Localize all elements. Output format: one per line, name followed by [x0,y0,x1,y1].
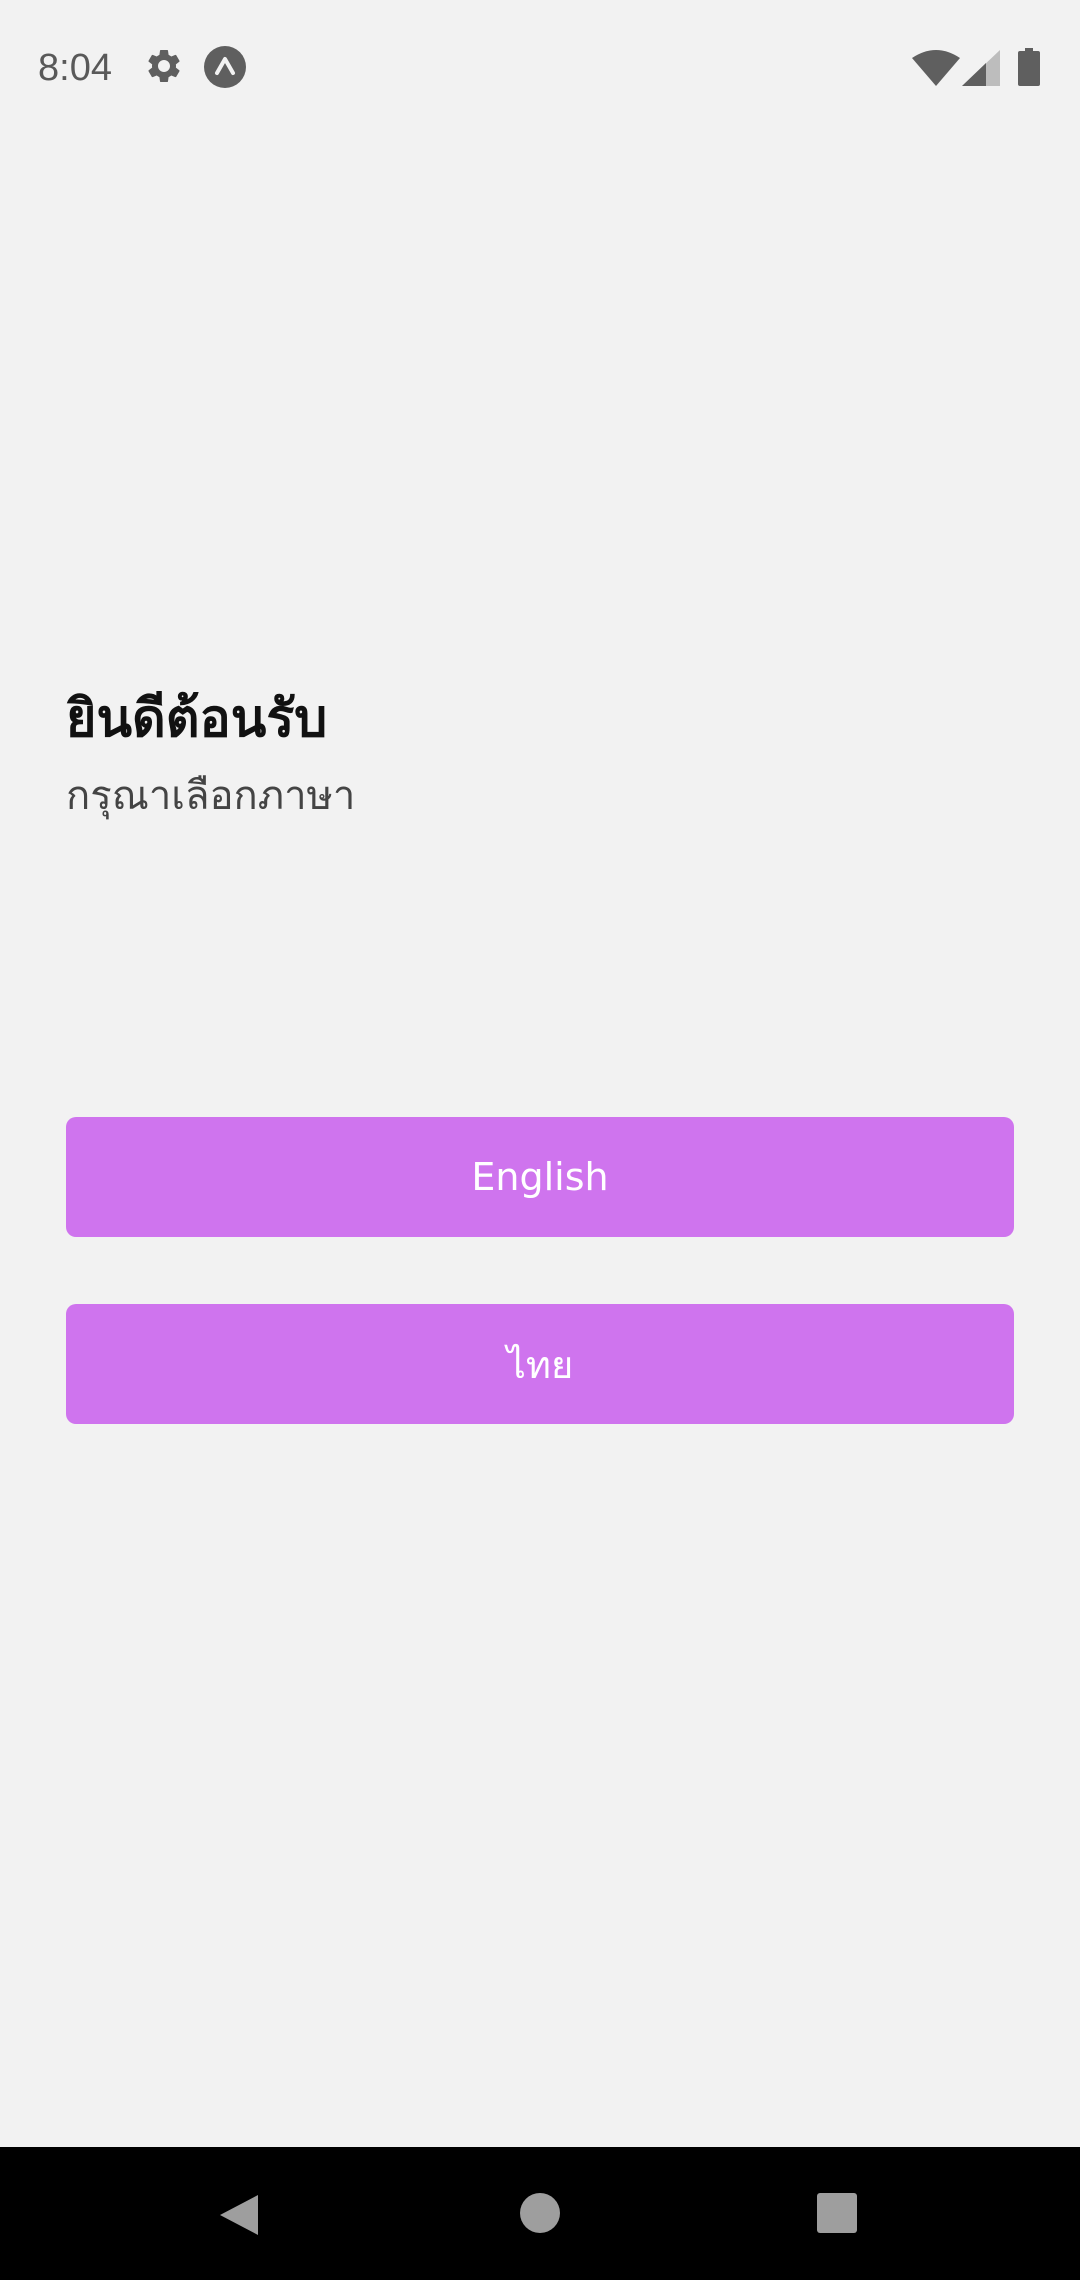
recents-icon[interactable] [815,2191,859,2235]
status-bar: 8:04 [0,0,1080,136]
navigation-bar [0,2147,1080,2280]
gear-icon [148,49,180,82]
english-language-button[interactable]: English [66,1117,1014,1237]
battery-icon [1018,48,1040,86]
accessibility-icon [204,46,246,88]
thai-language-button[interactable]: ไทย [66,1304,1014,1424]
wifi-icon [912,50,960,86]
back-icon[interactable] [216,2191,264,2239]
cell-signal-icon [962,50,1000,86]
home-icon[interactable] [518,2191,562,2235]
language-select-screen: 8:04 ยินดีต้อนรับ กรุณาเลือกภาษา English… [0,0,1080,2280]
welcome-subtitle: กรุณาเลือกภาษา [66,773,356,819]
welcome-title: ยินดีต้อนรับ [66,689,328,749]
status-time: 8:04 [38,47,112,89]
